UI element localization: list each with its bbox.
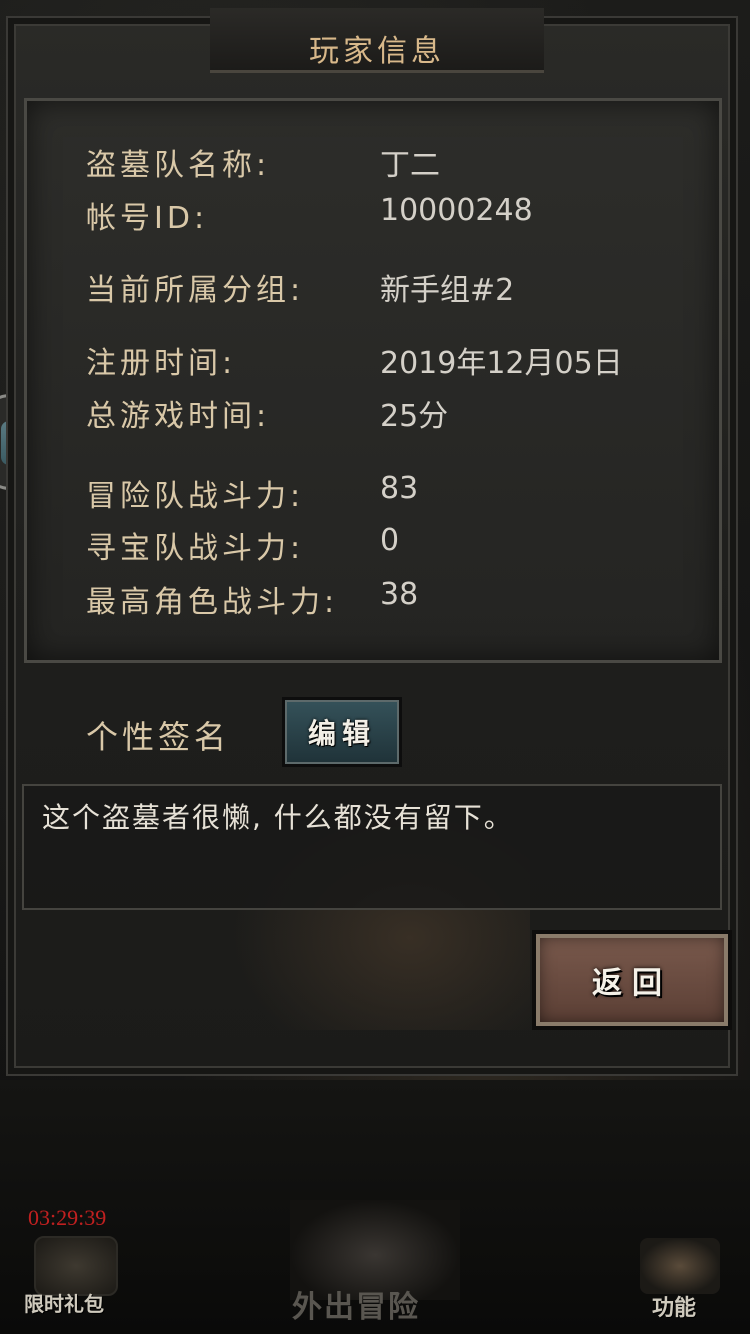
- adventure-power-value: 83: [380, 471, 419, 506]
- page-title: 玩家信息: [309, 34, 445, 69]
- register-time-value: 2019年12月05日: [380, 346, 623, 381]
- function-icon[interactable]: [640, 1238, 720, 1294]
- account-id-value: 10000248: [380, 193, 533, 228]
- treasure-power-label: 寻宝队战斗力:: [86, 531, 305, 566]
- group-value: 新手组#2: [380, 273, 515, 308]
- play-time-label: 总游戏时间:: [86, 399, 271, 434]
- signature-label: 个性签名: [86, 718, 231, 756]
- signature-box[interactable]: 这个盗墓者很懒, 什么都没有留下。: [22, 784, 722, 910]
- team-name-label: 盗墓队名称:: [86, 148, 271, 183]
- play-time-value: 25分: [380, 399, 449, 434]
- max-character-power-value: 38: [380, 577, 419, 612]
- register-time-label: 注册时间:: [86, 346, 237, 381]
- group-label: 当前所属分组:: [86, 273, 305, 308]
- function-label[interactable]: 功能: [652, 1290, 696, 1322]
- treasure-power-value: 0: [380, 523, 400, 558]
- team-name-value: 丁二: [380, 148, 440, 183]
- gift-timer: 03:29:39: [28, 1205, 107, 1230]
- title-plate: 玩家信息: [210, 8, 544, 73]
- max-character-power-label: 最高角色战斗力:: [86, 585, 339, 620]
- signature-text: 这个盗墓者很懒, 什么都没有留下。: [42, 801, 514, 834]
- limited-gift-label[interactable]: 限时礼包: [24, 1288, 104, 1317]
- edit-signature-button[interactable]: 编辑: [282, 697, 402, 767]
- back-button[interactable]: 返回: [532, 930, 732, 1030]
- account-id-label: 帐号ID:: [86, 201, 209, 236]
- adventure-label[interactable]: 外出冒险: [292, 1282, 420, 1326]
- adventure-power-label: 冒险队战斗力:: [86, 479, 305, 514]
- treasure-chest-icon[interactable]: [34, 1236, 118, 1296]
